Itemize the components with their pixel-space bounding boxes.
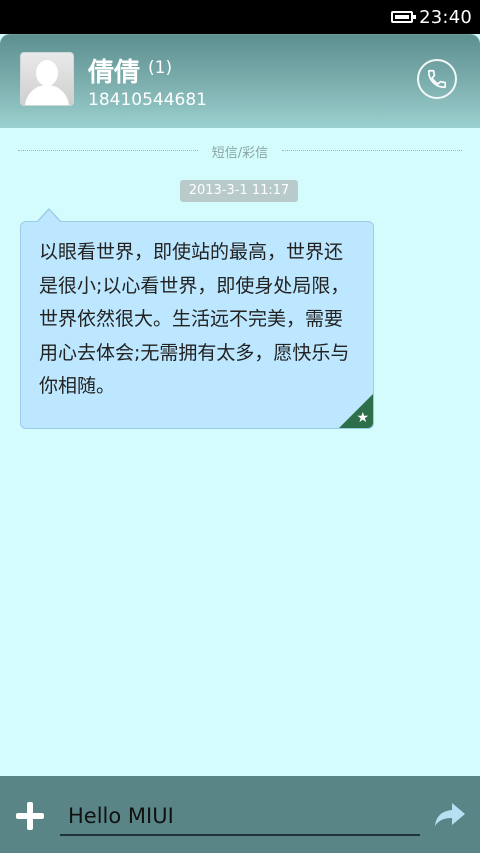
send-button[interactable]: [432, 800, 468, 830]
phone-icon: [427, 69, 447, 89]
contact-avatar[interactable]: [20, 52, 74, 106]
contact-phone-number: 18410544681: [88, 90, 207, 110]
message-input-container: [60, 796, 420, 836]
battery-full-icon: [391, 11, 417, 23]
message-type-divider: 短信/彩信: [18, 140, 462, 162]
message-timestamp: 2013-3-1 11:17: [180, 180, 298, 202]
star-icon: ★: [356, 410, 369, 426]
status-right: 23:40: [391, 0, 472, 34]
status-time: 23:40: [419, 6, 472, 28]
avatar-head: [36, 60, 58, 86]
message-composer: [0, 776, 480, 853]
favorite-marker: ★: [339, 394, 373, 428]
attach-button[interactable]: [16, 802, 44, 830]
unread-count: (1): [148, 58, 173, 78]
message-input[interactable]: [66, 798, 420, 834]
avatar-shoulders: [25, 85, 69, 105]
conversation-header: 倩倩 (1) 18410544681: [0, 34, 480, 128]
message-text: 以眼看世界，即使站的最高，世界还是很小;以心看世界，即使身处局限，世界依然很大。…: [39, 241, 350, 397]
call-button[interactable]: [417, 59, 457, 99]
contact-name: 倩倩: [88, 58, 141, 88]
message-bubble[interactable]: 以眼看世界，即使站的最高，世界还是很小;以心看世界，即使身处局限，世界依然很大。…: [20, 221, 374, 429]
bubble-tail: [38, 210, 60, 222]
message-type-label: 短信/彩信: [211, 146, 269, 161]
status-bar: 23:40: [0, 0, 480, 34]
divider-line-right: [282, 150, 462, 151]
send-arrow-icon: [435, 803, 465, 826]
plus-icon-vertical: [27, 802, 33, 830]
